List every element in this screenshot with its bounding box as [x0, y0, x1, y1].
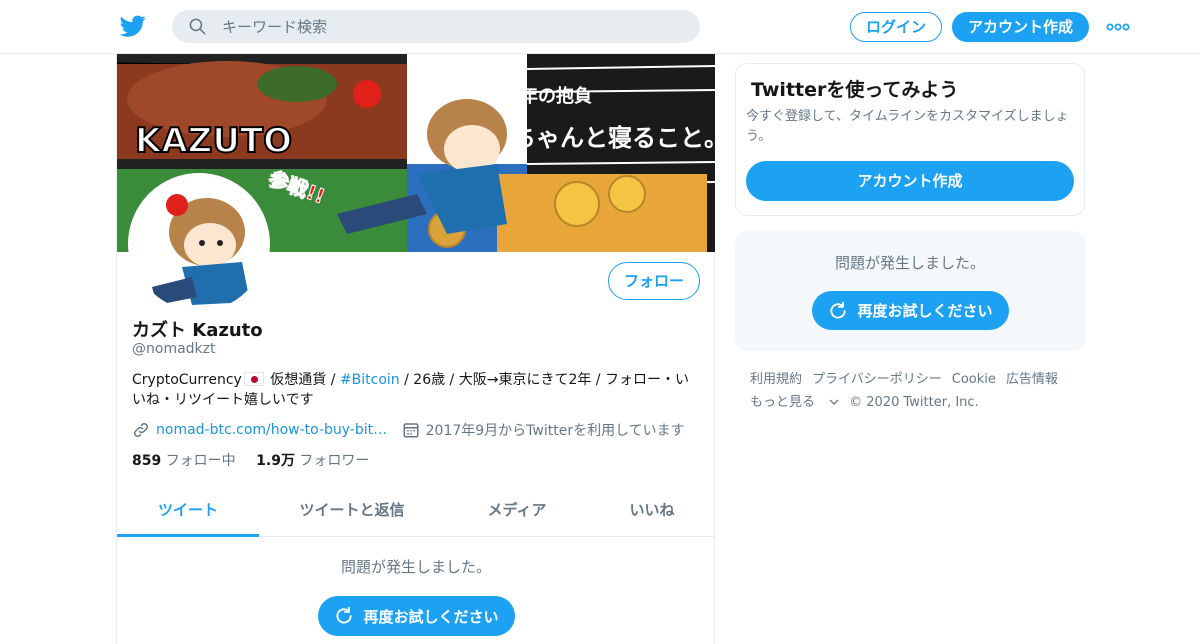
- promo-signup-button[interactable]: アカウント作成: [746, 161, 1074, 201]
- footer-link-ads[interactable]: 広告情報: [1006, 372, 1058, 387]
- chevron-down-icon: [829, 399, 839, 405]
- website-link[interactable]: nomad-btc.com/how-to-buy-bit…: [156, 422, 387, 438]
- link-icon: [133, 422, 149, 438]
- joined-date: 2017年9月からTwitterを利用しています: [425, 423, 685, 439]
- followers-count: 1.9万: [256, 453, 295, 469]
- bio-hashtag-link[interactable]: #Bitcoin: [340, 372, 400, 388]
- signup-button[interactable]: アカウント作成: [952, 12, 1089, 42]
- login-button[interactable]: ログイン: [850, 12, 942, 42]
- twitter-bird-icon[interactable]: [119, 13, 147, 39]
- avatar[interactable]: [128, 173, 270, 315]
- footer-link-more[interactable]: もっと見る: [750, 395, 839, 410]
- retry-label: 再度お試しください: [857, 302, 993, 320]
- search-box[interactable]: [172, 10, 700, 43]
- follow-button[interactable]: フォロー: [608, 262, 700, 300]
- more-label: もっと見る: [750, 395, 816, 410]
- footer-copyright: © 2020 Twitter, Inc.: [849, 395, 979, 410]
- avatar-artwork: [132, 177, 266, 311]
- tab-media[interactable]: メディア: [467, 490, 567, 537]
- bio-text: CryptoCurrency: [132, 372, 242, 388]
- tab-tweets-and-replies[interactable]: ツイートと返信: [282, 490, 422, 537]
- sidebar-error-text: 問題が発生しました。: [834, 254, 985, 272]
- timeline-error-text: 問題が発生しました。: [340, 558, 491, 576]
- followers-label: フォロワー: [299, 453, 370, 469]
- refresh-icon: [336, 606, 353, 624]
- refresh-icon: [830, 301, 847, 319]
- profile-joined: 2017年9月からTwitterを利用しています: [402, 420, 685, 440]
- footer-link-privacy[interactable]: プライバシーポリシー: [812, 372, 942, 387]
- top-navigation-bar: ログイン アカウント作成: [0, 0, 1200, 54]
- calendar-icon: [403, 423, 419, 438]
- timeline-retry-button[interactable]: 再度お試しください: [318, 596, 515, 636]
- japan-flag-icon: [243, 372, 264, 386]
- profile-handle[interactable]: @nomadkzt: [132, 341, 216, 357]
- profile-bio: CryptoCurrency 仮想通貨 / #Bitcoin / 26歳 / 大…: [132, 370, 702, 410]
- followers-stat[interactable]: 1.9万 フォロワー: [256, 453, 369, 469]
- search-input[interactable]: [222, 10, 682, 43]
- bio-text: 仮想通貨 /: [265, 372, 340, 388]
- retry-label: 再度お試しください: [363, 607, 499, 626]
- banner-resolution-title: 今年の抱負: [502, 85, 592, 107]
- following-count: 859: [132, 453, 162, 469]
- sidebar-retry-button[interactable]: 再度お試しください: [812, 291, 1009, 330]
- promo-title: Twitterを使ってみよう: [751, 79, 959, 101]
- following-stat[interactable]: 859 フォロー中: [132, 453, 236, 469]
- footer-links: 利用規約 プライバシーポリシー Cookie 広告情報 もっと見る © 2020 Tw…: [750, 368, 1080, 414]
- profile-name: カズト Kazuto: [132, 320, 263, 341]
- following-label: フォロー中: [165, 453, 236, 469]
- banner-resolution-text: ちゃんと寝ること。: [512, 124, 715, 152]
- promo-description: 今すぐ登録して、タイムラインをカスタマイズしましょう。: [746, 109, 1069, 144]
- footer-link-terms[interactable]: 利用規約: [750, 372, 802, 387]
- profile-website[interactable]: nomad-btc.com/how-to-buy-bit…: [132, 421, 387, 439]
- profile-tabs: ツイート ツイートと返信 メディア いいね: [117, 490, 715, 537]
- sidebar-error-card: 問題が発生しました。 再度お試しください: [735, 231, 1085, 351]
- profile-column: KAZUTO 参戦!! 今年の抱負 ちゃんと寝ること。 フォロー カズト Kaz…: [116, 54, 715, 644]
- tab-likes[interactable]: いいね: [612, 490, 692, 537]
- signup-promo-card: Twitterを使ってみよう 今すぐ登録して、タイムラインをカスタマイズしましょ…: [735, 63, 1085, 216]
- footer-link-cookie[interactable]: Cookie: [952, 372, 996, 387]
- more-dots-icon[interactable]: [1106, 17, 1130, 37]
- profile-meta: nomad-btc.com/how-to-buy-bit… 2017年9月からT…: [132, 420, 695, 443]
- tab-tweets[interactable]: ツイート: [117, 490, 259, 537]
- search-icon: [189, 18, 206, 35]
- banner-kazuto-text: KAZUTO: [135, 121, 292, 161]
- profile-stats: 859 フォロー中 1.9万 フォロワー: [132, 450, 385, 470]
